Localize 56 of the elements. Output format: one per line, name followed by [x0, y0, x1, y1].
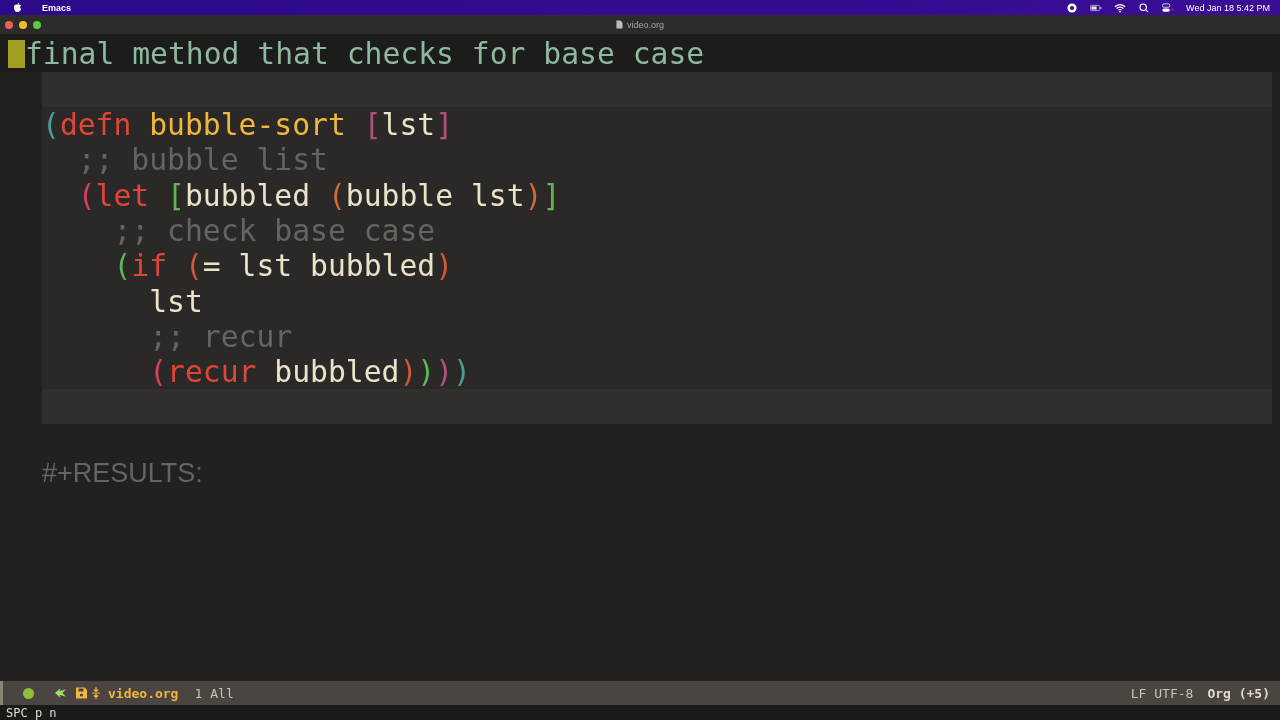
apple-icon[interactable]: [13, 2, 22, 13]
code-token: (: [113, 248, 132, 284]
code-token: ;; check base case: [113, 213, 436, 249]
code-token: ): [399, 354, 418, 390]
encoding: LF UTF-8: [1130, 685, 1194, 701]
code-token: if: [131, 248, 168, 284]
major-mode: Org (+5): [1207, 685, 1270, 701]
compress-icon: [92, 687, 100, 699]
code-token: recur: [167, 354, 257, 390]
battery-icon[interactable]: [1090, 2, 1103, 13]
code-token: ]: [542, 177, 561, 213]
window-title: video.org: [627, 19, 664, 30]
code-token: (: [326, 177, 346, 213]
code-token: lst: [381, 107, 436, 143]
cursor: [8, 39, 25, 68]
record-icon[interactable]: [1066, 2, 1079, 13]
control-center-icon[interactable]: [1162, 2, 1175, 13]
code-token: (: [149, 354, 168, 390]
buffer-name: video.org: [108, 685, 179, 701]
code-token: (: [183, 248, 203, 284]
zoom-button[interactable]: [33, 20, 41, 29]
code-token: bubble-sort: [148, 107, 346, 143]
code-token: lst: [149, 283, 203, 319]
echo-area-text: SPC p n: [6, 705, 57, 720]
code-token: ): [435, 248, 454, 284]
code-token: ;; bubble list: [77, 142, 328, 178]
code-token: (: [77, 177, 96, 213]
code-token: ): [417, 354, 436, 390]
code-token: bubbled: [273, 354, 400, 390]
code-token: bubbled: [185, 177, 311, 213]
heading-text: final method that checks for base case: [25, 36, 705, 71]
code-token: ]: [435, 107, 454, 143]
code-token: [: [362, 107, 382, 143]
leaf-icon: [54, 687, 67, 699]
close-button[interactable]: [5, 20, 13, 29]
code-token: ): [453, 354, 471, 390]
search-icon[interactable]: [1138, 2, 1151, 13]
code-token: = lst bubbled: [202, 248, 436, 284]
code-token: [: [166, 177, 185, 213]
app-name[interactable]: Emacs: [42, 2, 72, 13]
results-keyword: #+RESULTS:: [42, 458, 203, 490]
minimize-button[interactable]: [19, 20, 27, 29]
save-icon: [75, 687, 88, 699]
code-token: ): [435, 354, 454, 390]
code-token: bubble lst: [345, 177, 525, 213]
status-dot: [23, 687, 34, 699]
code-token: defn: [59, 107, 132, 143]
code-token: ;; recur: [149, 318, 293, 354]
scroll-position: All: [210, 685, 234, 701]
menu-bar-clock[interactable]: Wed Jan 18 5:42 PM: [1186, 2, 1270, 13]
code-token: (: [42, 107, 60, 143]
code-token: ): [524, 177, 543, 213]
line-number: 1: [194, 685, 203, 701]
wifi-icon[interactable]: [1114, 2, 1127, 13]
document-icon: [616, 20, 623, 29]
code-token: let: [95, 177, 150, 213]
